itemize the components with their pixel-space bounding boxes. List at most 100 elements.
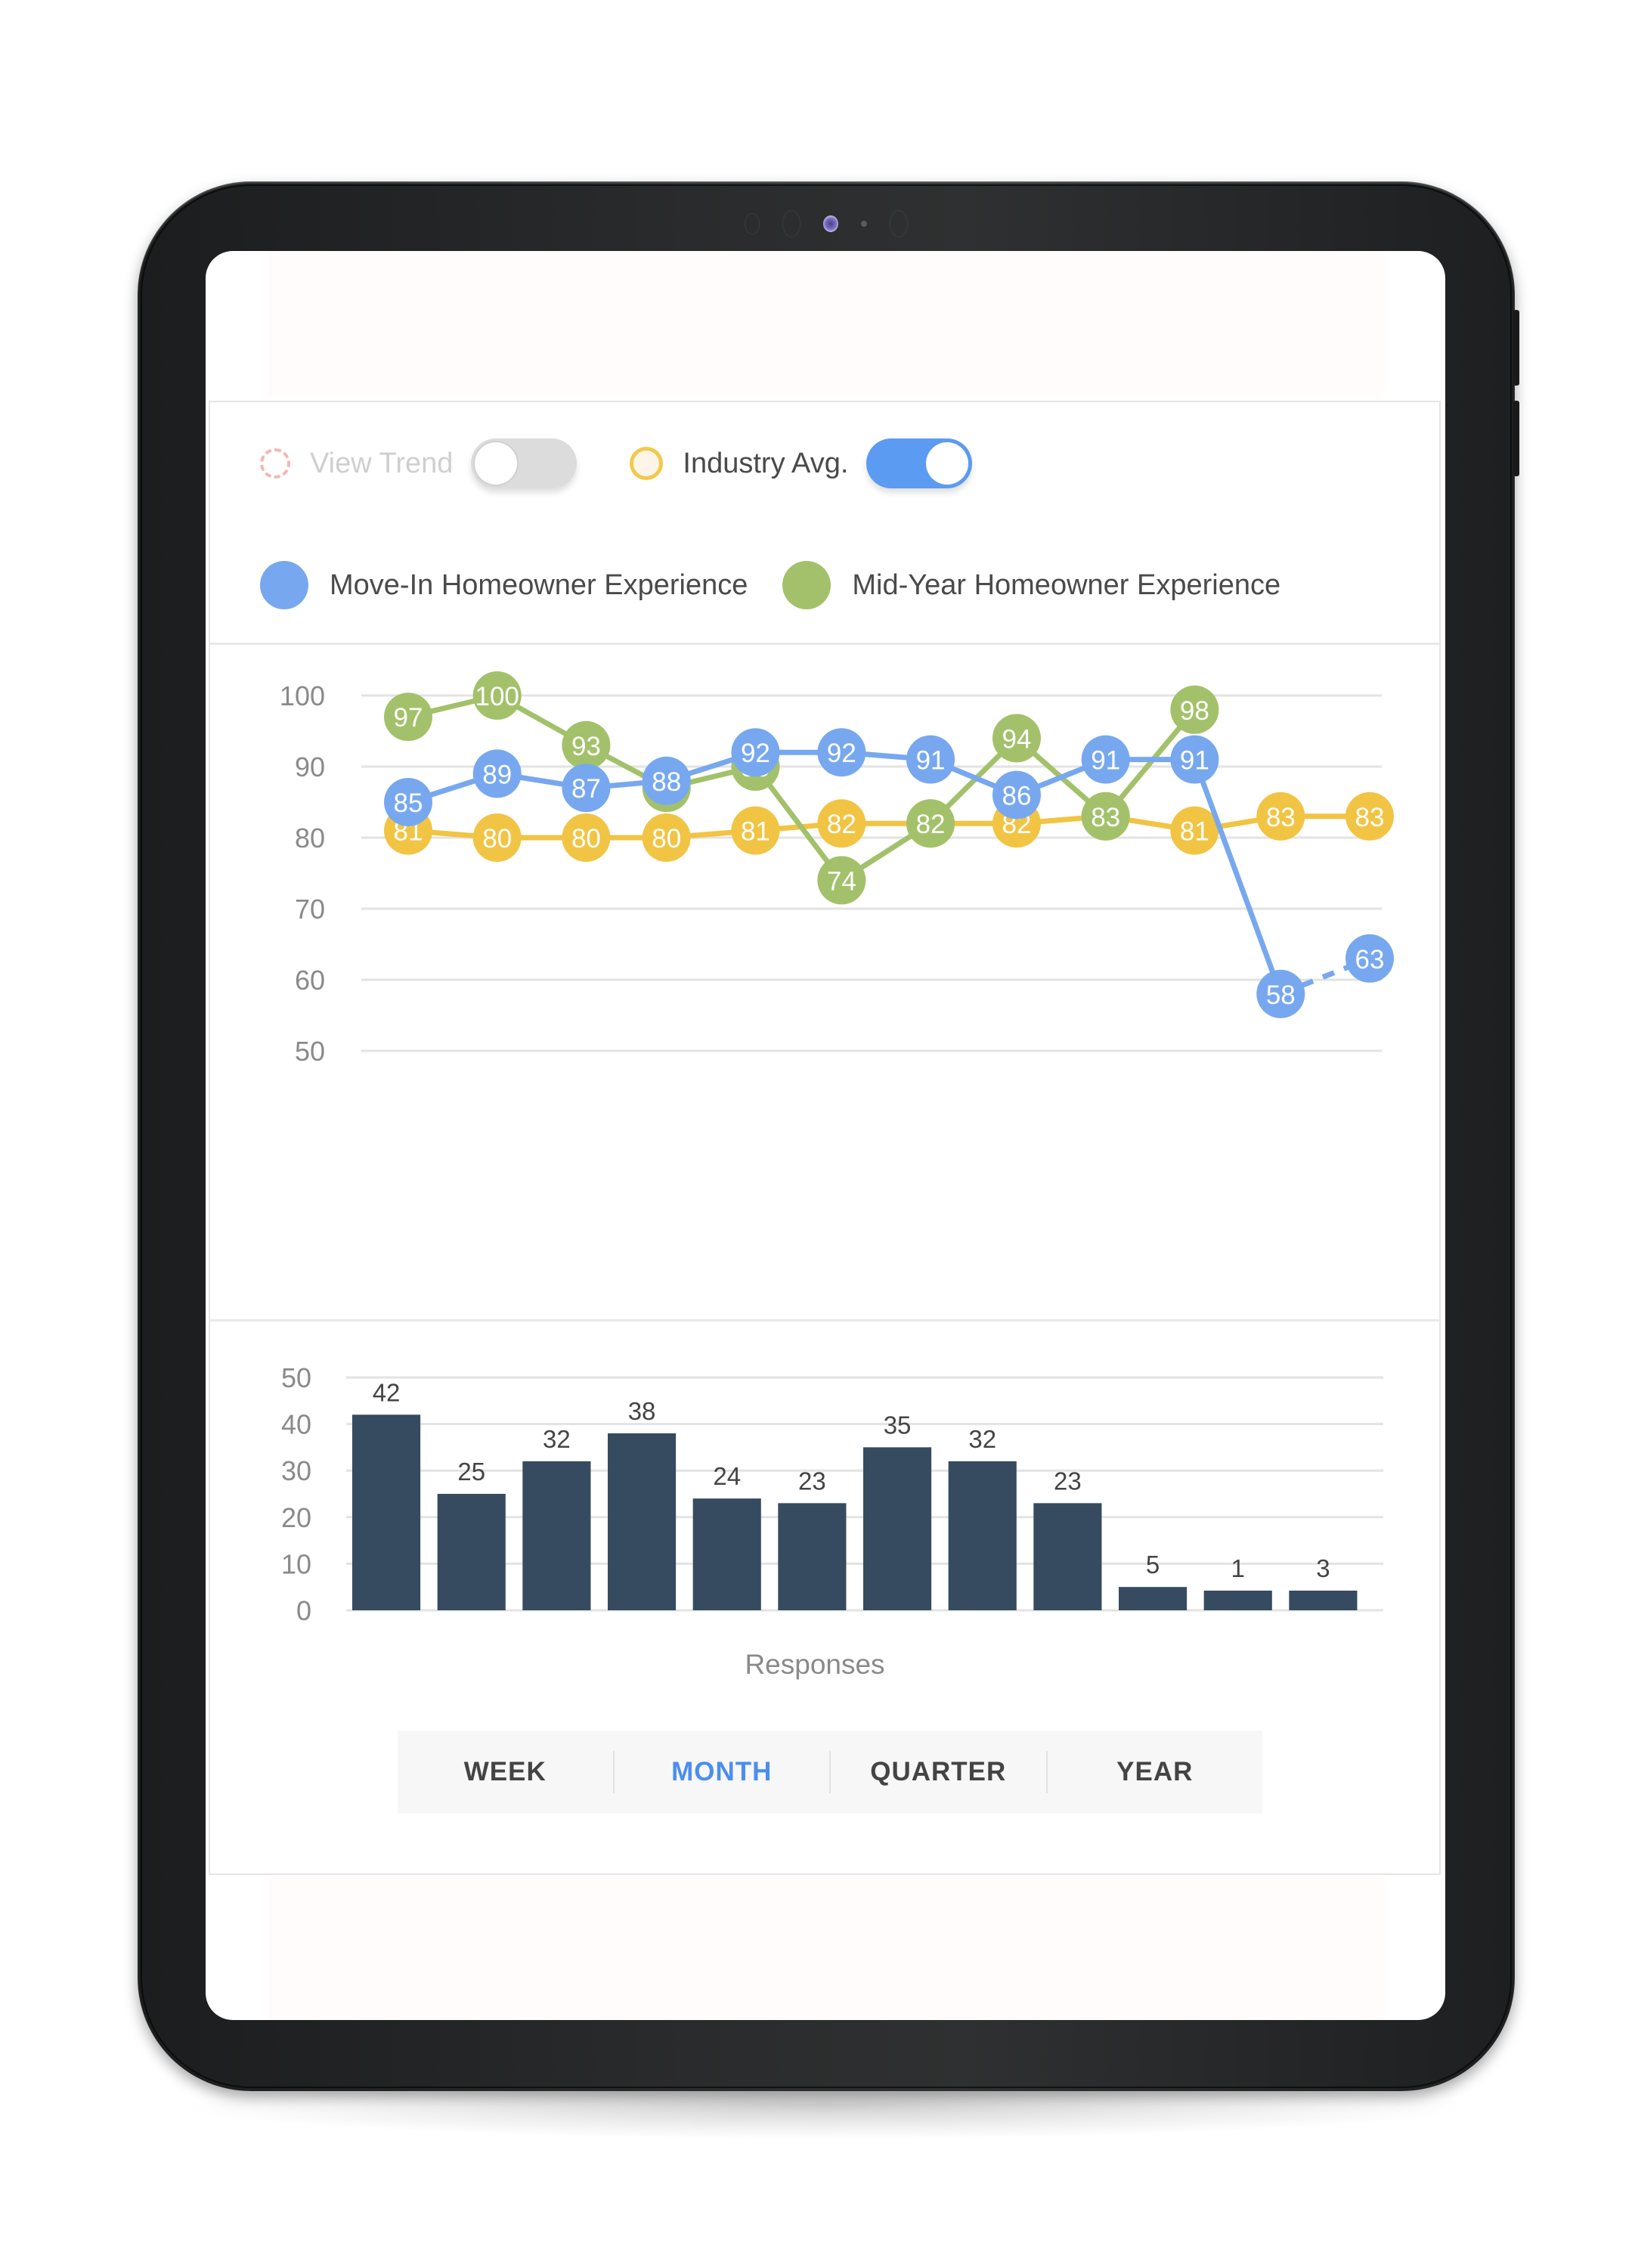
y-tick-label: 20: [281, 1502, 311, 1533]
bar-value-label: 42: [373, 1378, 401, 1406]
y-tick-label: 30: [281, 1455, 311, 1486]
line-chart: 1009080706050Dec 22Feb 23Apr 23Jun 23Aug…: [280, 671, 1394, 1067]
header-area: [268, 251, 1385, 396]
bar: [1119, 1587, 1188, 1610]
bar: [948, 1461, 1017, 1610]
period-tabs: WEEK MONTH QUARTER YEAR: [398, 1730, 1262, 1814]
y-tick-label: 70: [295, 894, 325, 925]
data-label: 92: [827, 739, 856, 768]
data-label: 87: [571, 774, 601, 804]
toggle-knob: [475, 442, 518, 485]
legend-label-move-in[interactable]: Move-In Homeowner Experience: [330, 569, 748, 602]
data-label: 83: [1266, 803, 1296, 832]
sensor-icon: [745, 213, 760, 234]
legend-label-mid-year[interactable]: Mid-Year Homeowner Experience: [852, 569, 1280, 602]
volume-down-button: [1513, 401, 1519, 476]
tablet-screen: View Trend Industry Avg. Move-In Homeown…: [206, 251, 1445, 2020]
chart-card: View Trend Industry Avg. Move-In Homeown…: [209, 401, 1441, 1875]
front-camera-array: [745, 210, 908, 237]
tab-quarter[interactable]: QUARTER: [831, 1730, 1046, 1814]
data-label: 98: [1180, 696, 1209, 726]
legend-dot-mid-year: [782, 561, 831, 609]
yellow-circle-icon: [630, 447, 664, 480]
view-trend-label: View Trend: [310, 447, 454, 479]
bar-value-label: 1: [1231, 1554, 1245, 1582]
toggle-knob: [926, 442, 969, 485]
data-label: 97: [394, 703, 423, 733]
industry-avg-label: Industry Avg.: [683, 447, 849, 479]
data-label: 91: [1180, 746, 1209, 776]
bar-value-label: 32: [968, 1425, 996, 1453]
data-label: 88: [652, 767, 681, 797]
y-tick-label: 80: [295, 823, 325, 854]
bar-value-label: 23: [1054, 1467, 1082, 1495]
bar-value-label: 3: [1316, 1554, 1330, 1582]
tab-year[interactable]: YEAR: [1048, 1730, 1263, 1814]
data-label: 81: [741, 817, 770, 847]
data-label: 80: [482, 824, 512, 854]
bar-value-label: 5: [1146, 1551, 1160, 1579]
bar: [778, 1503, 847, 1610]
camera-lens-icon: [823, 215, 838, 232]
y-tick-label: 0: [296, 1595, 311, 1626]
tab-week[interactable]: WEEK: [398, 1730, 613, 1814]
y-tick-label: 100: [280, 680, 325, 711]
y-tick-label: 50: [295, 1036, 325, 1067]
data-label: 100: [475, 682, 519, 711]
data-label: 94: [1002, 724, 1031, 754]
bar: [1203, 1591, 1272, 1610]
section-divider: [210, 643, 1439, 645]
bar: [437, 1494, 506, 1610]
legend-dot-move-in: [260, 561, 308, 609]
data-label: 80: [652, 824, 681, 854]
data-label: 91: [1091, 746, 1120, 776]
tab-month[interactable]: MONTH: [615, 1730, 830, 1814]
data-label: 83: [1355, 803, 1385, 832]
y-tick-label: 10: [281, 1548, 311, 1579]
data-label: 85: [394, 789, 423, 818]
chart-legend: Move-In Homeowner Experience Mid-Year Ho…: [260, 561, 1315, 609]
sensor-icon: [782, 210, 800, 237]
data-label: 81: [1180, 817, 1209, 847]
bar-value-label: 24: [713, 1462, 741, 1490]
bar: [1289, 1591, 1358, 1610]
bar: [1033, 1503, 1102, 1610]
data-label: 74: [827, 866, 856, 896]
bar: [608, 1433, 677, 1610]
data-label: 83: [1091, 803, 1120, 832]
view-trend-toggle[interactable]: [471, 438, 578, 488]
data-label: 89: [482, 760, 512, 789]
dashed-circle-icon: [260, 448, 290, 479]
bar-value-label: 23: [798, 1467, 826, 1495]
bar-value-label: 35: [884, 1411, 912, 1439]
volume-up-button: [1513, 310, 1519, 386]
y-tick-label: 50: [281, 1362, 311, 1393]
bar-value-label: 38: [628, 1397, 656, 1425]
data-label: 92: [741, 739, 770, 768]
y-tick-label: 40: [281, 1409, 311, 1440]
ambient-light-sensor-icon: [861, 221, 867, 227]
bar: [692, 1498, 761, 1610]
x-axis-title: Responses: [745, 1649, 884, 1680]
tablet-device-frame: View Trend Industry Avg. Move-In Homeown…: [138, 181, 1519, 2091]
series-move-in-homeowner-experience: 85 89 87 88 92 92 91 86 91 91 58 63: [384, 728, 1394, 1018]
section-divider: [210, 1319, 1439, 1321]
sensor-icon: [890, 210, 908, 237]
series-line-segment: [1192, 758, 1284, 996]
bar: [863, 1447, 932, 1610]
bar: [352, 1414, 421, 1610]
data-label: 58: [1266, 981, 1296, 1010]
data-label: 82: [827, 810, 856, 839]
data-label: 80: [571, 824, 601, 854]
bar-value-label: 32: [543, 1425, 571, 1453]
y-tick-label: 60: [295, 965, 325, 996]
data-label: 63: [1355, 945, 1385, 974]
toggle-controls: View Trend Industry Avg.: [260, 438, 973, 488]
industry-avg-toggle[interactable]: [866, 438, 973, 488]
footer-area: [268, 1878, 1385, 2020]
y-tick-label: 90: [295, 751, 325, 782]
bar-value-label: 25: [457, 1458, 485, 1486]
data-label: 82: [916, 810, 946, 839]
data-label: 91: [916, 746, 946, 776]
bar-chart: 50 40 30 20 10 0 42 25 32 38 24 23 35 32 23 5 1 3 Response…: [281, 1362, 1383, 1680]
